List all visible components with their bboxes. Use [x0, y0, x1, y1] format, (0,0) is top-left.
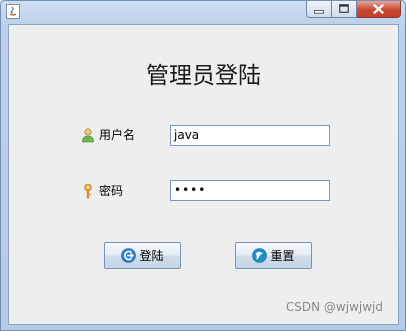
reset-button-label: 重置	[270, 249, 295, 263]
key-icon	[84, 183, 92, 198]
username-input[interactable]: java	[170, 125, 330, 146]
reset-button[interactable]: 重置	[235, 242, 312, 269]
maximize-button[interactable]	[332, 1, 357, 18]
login-button-label: 登陆	[139, 249, 164, 263]
window-controls	[306, 1, 401, 19]
page-title: 管理员登陆	[146, 63, 261, 89]
close-button[interactable]	[357, 1, 401, 18]
username-label: 用户名	[99, 128, 136, 142]
password-label: 密码	[99, 184, 124, 198]
watermark: CSDN @wjwjwjd	[285, 300, 383, 314]
login-arrow-icon	[121, 248, 137, 263]
login-button[interactable]: 登陆	[104, 242, 181, 269]
title-bar[interactable]	[1, 1, 405, 23]
username-label-row: 用户名	[81, 126, 135, 143]
login-panel: 管理员登陆 用户名 java 密码 •••• 登陆 重置 CSDN @wjwjw…	[8, 24, 399, 325]
app-window: 管理员登陆 用户名 java 密码 •••• 登陆 重置 CSDN @wjwjw…	[0, 0, 406, 331]
reset-icon	[252, 248, 268, 263]
java-app-icon	[6, 4, 20, 19]
user-icon	[82, 127, 94, 142]
password-input[interactable]: ••••	[170, 180, 330, 201]
minimize-button[interactable]	[306, 1, 332, 18]
password-label-row: 密码	[81, 182, 123, 199]
